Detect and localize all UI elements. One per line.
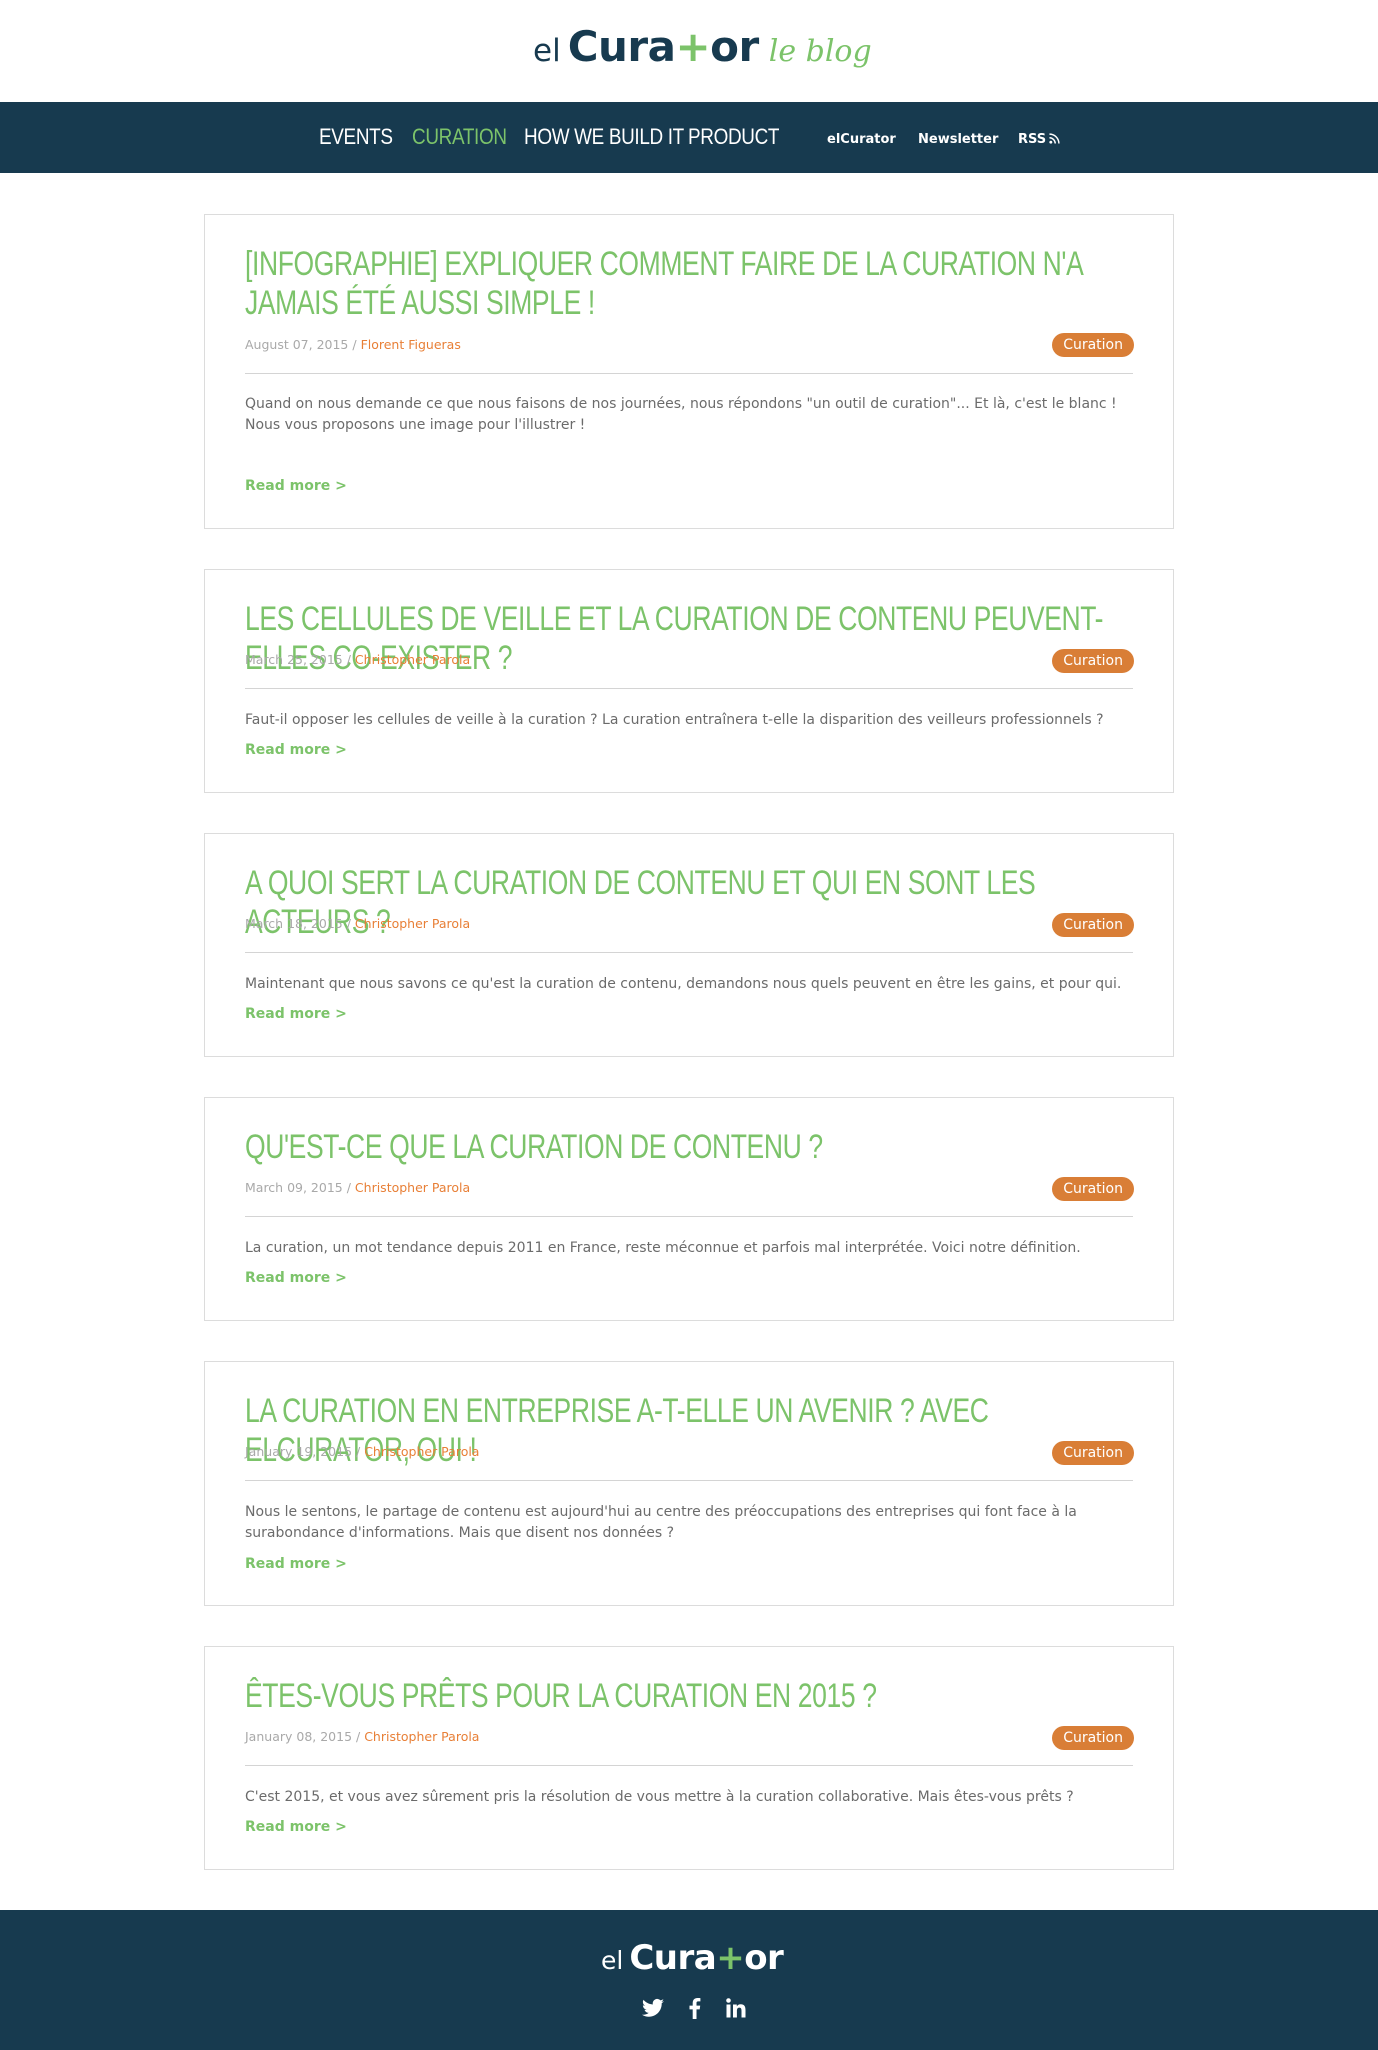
post-meta: January 08, 2015 / Christopher Parola — [245, 1729, 479, 1744]
post-author[interactable]: Christopher Parola — [364, 1444, 479, 1459]
post-meta-separator: / — [352, 1444, 365, 1459]
post-author[interactable]: Christopher Parola — [355, 652, 470, 667]
logo-brand: Cura+or — [567, 22, 760, 71]
post-meta-separator: / — [342, 1180, 355, 1195]
post-excerpt: La curation, un mot tendance depuis 2011… — [245, 1240, 1081, 1256]
blog-logo[interactable]: el Cura+or le blog — [533, 22, 872, 72]
category-badge[interactable]: Curation — [1052, 913, 1134, 937]
category-badge[interactable]: Curation — [1052, 649, 1134, 673]
post-card: QU'EST-CE QUE LA CURATION DE CONTENU ? M… — [204, 1097, 1174, 1321]
read-more-link[interactable]: Read more > — [245, 742, 347, 758]
post-meta-separator: / — [348, 337, 361, 352]
post-excerpt: Nous le sentons, le partage de contenu e… — [245, 1504, 1077, 1541]
rss-icon — [1049, 133, 1060, 144]
post-card: A QUOI SERT LA CURATION DE CONTENU ET QU… — [204, 833, 1174, 1057]
post-title[interactable]: ÊTES-VOUS PRÊTS POUR LA CURATION EN 2015… — [245, 1677, 1125, 1716]
post-title[interactable]: [INFOGRAPHIE] EXPLIQUER COMMENT FAIRE DE… — [245, 245, 1125, 323]
read-more-link[interactable]: Read more > — [245, 1819, 347, 1835]
category-badge[interactable]: Curation — [1052, 333, 1134, 357]
post-date: January 08, 2015 — [245, 1729, 353, 1744]
footer-logo-brand: Cura+or — [629, 1938, 784, 1978]
post-author[interactable]: Christopher Parola — [355, 916, 470, 931]
post-date: March 25, 2015 — [245, 652, 343, 667]
logo-brand-end: or — [710, 22, 759, 71]
post-meta: January 19, 2015 / Christopher Parola — [245, 1444, 479, 1459]
read-more-link[interactable]: Read more > — [245, 478, 347, 494]
post-excerpt: C'est 2015, et vous avez sûrement pris l… — [245, 1789, 1074, 1805]
post-meta: March 18, 2015 / Christopher Parola — [245, 916, 470, 931]
site-footer: el Cura+or — [0, 1910, 1378, 2050]
nav-item-product[interactable]: PRODUCT — [688, 124, 779, 154]
post-card: LES CELLULES DE VEILLE ET LA CURATION DE… — [204, 569, 1174, 793]
category-badge[interactable]: Curation — [1052, 1177, 1134, 1201]
post-divider — [245, 1216, 1133, 1217]
twitter-icon[interactable] — [641, 1996, 665, 2020]
footer-logo[interactable]: el Cura+or — [601, 1938, 784, 1978]
category-badge[interactable]: Curation — [1052, 1441, 1134, 1465]
post-excerpt: Quand on nous demande ce que nous faison… — [245, 396, 1117, 433]
post-date: August 07, 2015 — [245, 337, 349, 352]
post-meta: March 09, 2015 / Christopher Parola — [245, 1180, 470, 1195]
post-divider — [245, 1480, 1133, 1481]
post-card: ÊTES-VOUS PRÊTS POUR LA CURATION EN 2015… — [204, 1646, 1174, 1870]
footer-logo-plus: + — [716, 1938, 745, 1978]
nav-link-elcurator[interactable]: elCurator — [827, 132, 896, 147]
post-date: January 19, 2015 — [245, 1444, 353, 1459]
nav-link-newsletter[interactable]: Newsletter — [918, 132, 998, 147]
category-badge[interactable]: Curation — [1052, 1726, 1134, 1750]
nav-item-curation[interactable]: CURATION — [412, 124, 507, 154]
post-card: LA CURATION EN ENTREPRISE A-T-ELLE UN AV… — [204, 1361, 1174, 1606]
footer-logo-brand-start: Cura — [629, 1938, 717, 1978]
logo-plus: + — [675, 22, 711, 71]
footer-logo-prefix: el — [601, 1946, 624, 1975]
read-more-link[interactable]: Read more > — [245, 1556, 347, 1572]
facebook-icon[interactable] — [683, 1996, 707, 2020]
nav-link-rss[interactable]: RSS — [1018, 132, 1060, 147]
post-author[interactable]: Christopher Parola — [355, 1180, 470, 1195]
post-meta-separator: / — [342, 652, 355, 667]
post-meta: August 07, 2015 / Florent Figueras — [245, 337, 461, 352]
nav-item-how-we-build-it[interactable]: HOW WE BUILD IT — [524, 124, 684, 154]
post-meta: March 25, 2015 / Christopher Parola — [245, 652, 470, 667]
main-navbar: EVENTS CURATION HOW WE BUILD IT PRODUCT … — [0, 102, 1378, 173]
read-more-link[interactable]: Read more > — [245, 1006, 347, 1022]
site-header: el Cura+or le blog — [0, 0, 1378, 102]
post-divider — [245, 1765, 1133, 1766]
post-excerpt: Maintenant que nous savons ce qu'est la … — [245, 976, 1122, 992]
post-divider — [245, 688, 1133, 689]
post-excerpt: Faut-il opposer les cellules de veille à… — [245, 712, 1104, 728]
nav-item-events[interactable]: EVENTS — [319, 124, 393, 154]
rss-label: RSS — [1018, 132, 1047, 147]
logo-tagline: le blog — [768, 34, 872, 69]
post-author[interactable]: Christopher Parola — [364, 1729, 479, 1744]
post-meta-separator: / — [352, 1729, 365, 1744]
read-more-link[interactable]: Read more > — [245, 1270, 347, 1286]
post-card: [INFOGRAPHIE] EXPLIQUER COMMENT FAIRE DE… — [204, 214, 1174, 529]
post-date: March 18, 2015 — [245, 916, 343, 931]
post-title[interactable]: QU'EST-CE QUE LA CURATION DE CONTENU ? — [245, 1128, 1125, 1167]
logo-brand-start: Cura — [567, 22, 676, 71]
logo-prefix: el — [533, 33, 561, 69]
footer-logo-brand-end: or — [744, 1938, 784, 1978]
post-meta-separator: / — [342, 916, 355, 931]
post-divider — [245, 373, 1133, 374]
post-author[interactable]: Florent Figueras — [361, 337, 461, 352]
linkedin-icon[interactable] — [724, 1996, 748, 2020]
post-date: March 09, 2015 — [245, 1180, 343, 1195]
post-divider — [245, 952, 1133, 953]
